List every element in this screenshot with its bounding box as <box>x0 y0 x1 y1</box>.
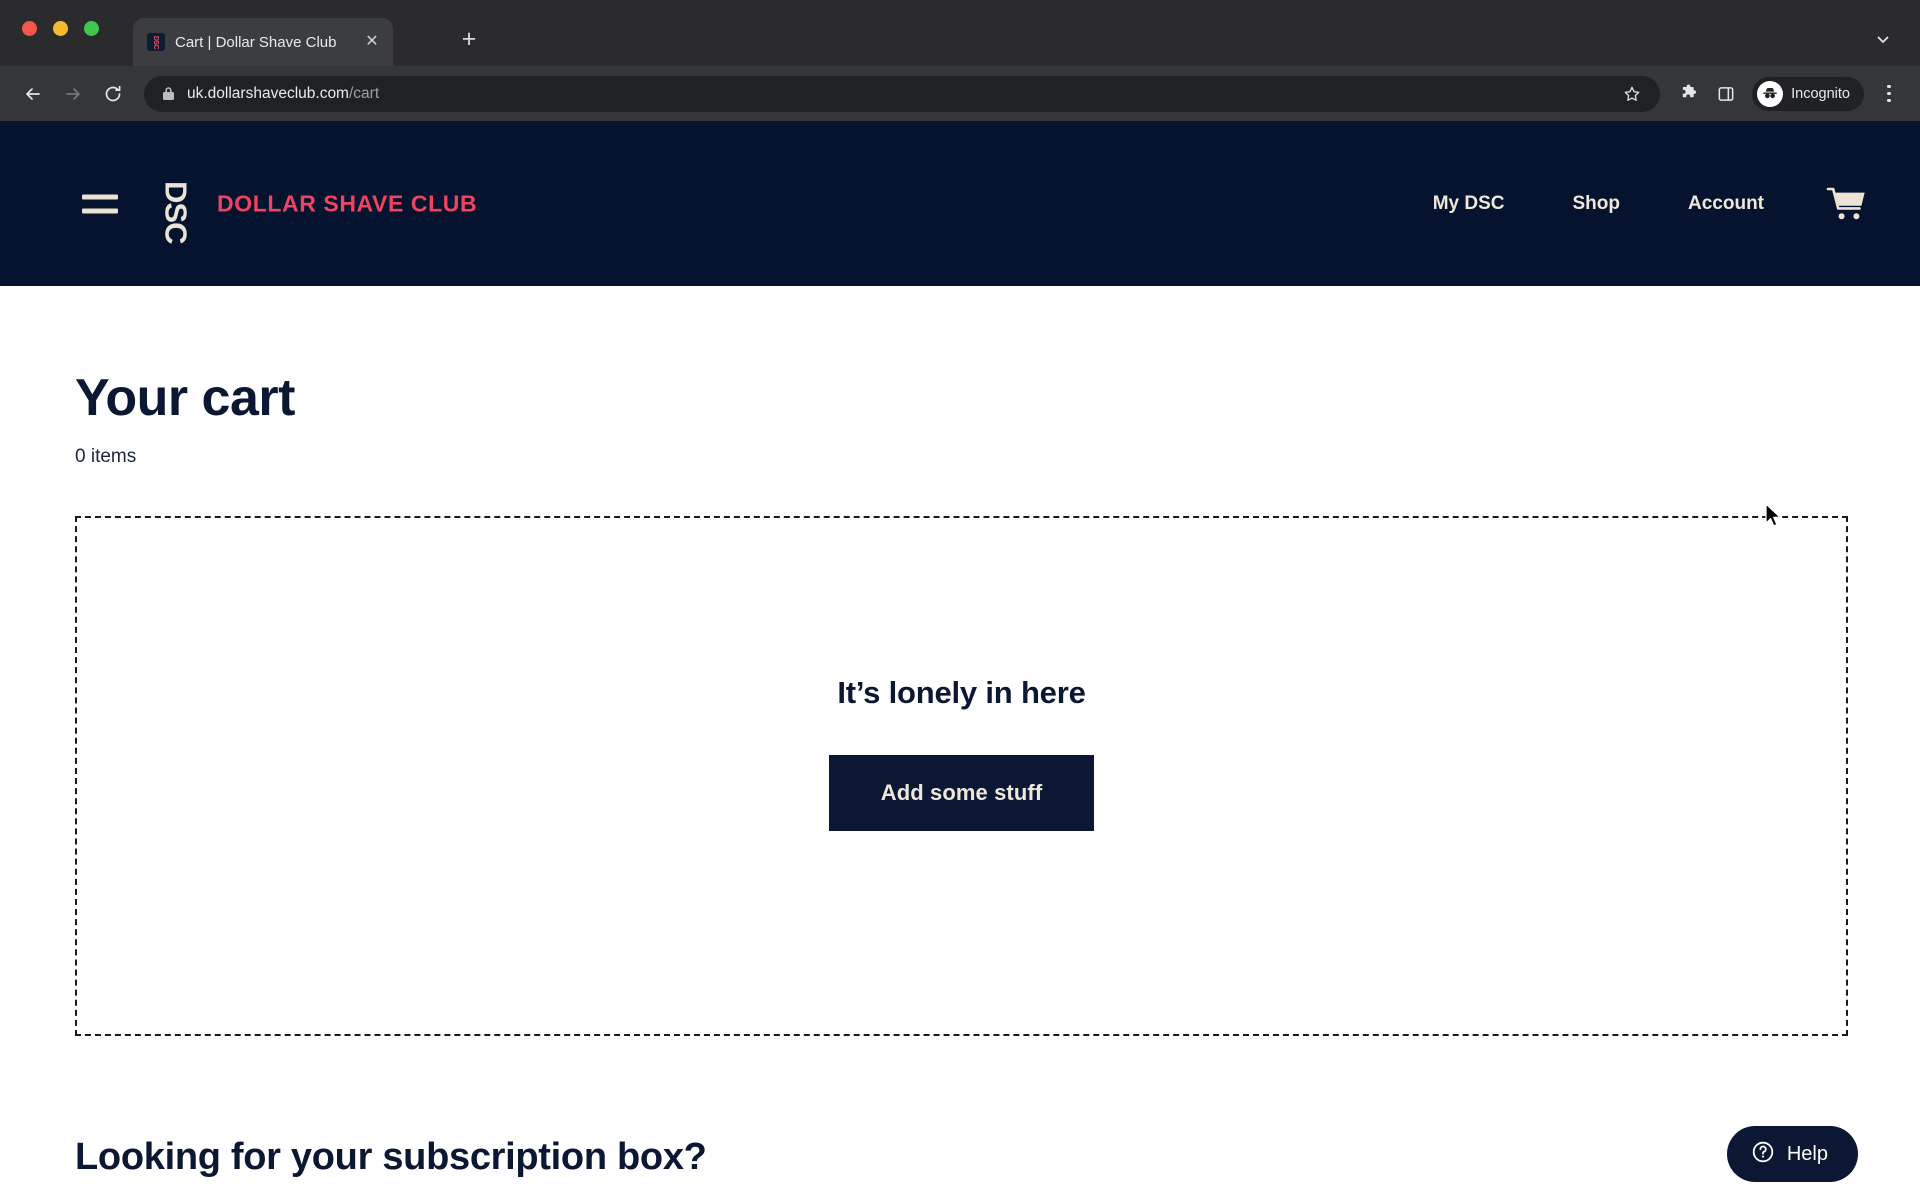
star-icon[interactable] <box>1618 80 1646 108</box>
page-title: Your cart <box>75 369 295 427</box>
help-label: Help <box>1786 1142 1828 1165</box>
site-logo[interactable]: DSC DOLLAR SHAVE CLUB <box>153 181 478 243</box>
browser-toolbar: uk.dollarshaveclub.com/cart Incognito <box>0 66 1920 121</box>
close-window-button[interactable] <box>22 21 37 36</box>
cart-page: Your cart 0 items It’s lonely in here Ad… <box>0 371 1920 1179</box>
minimize-window-button[interactable] <box>53 21 68 36</box>
browser-tab[interactable]: DSC Cart | Dollar Shave Club ✕ <box>133 18 393 66</box>
hamburger-menu-icon[interactable] <box>82 194 118 213</box>
tab-title: Cart | Dollar Shave Club <box>175 33 337 51</box>
browser-window: DSC Cart | Dollar Shave Club ✕ + uk.doll… <box>0 0 1920 1200</box>
incognito-avatar-icon <box>1757 80 1784 107</box>
puzzle-piece-icon[interactable] <box>1670 76 1706 112</box>
cart-item-count: 0 items <box>75 445 137 467</box>
side-panel-icon[interactable] <box>1708 76 1744 112</box>
browser-tab-strip: DSC Cart | Dollar Shave Club ✕ + <box>0 0 1920 66</box>
window-controls <box>22 21 99 36</box>
dsc-monogram-icon: DSC <box>158 180 194 243</box>
page-content: DSC DOLLAR SHAVE CLUB My DSC Shop Accoun… <box>0 121 1920 1200</box>
new-tab-button[interactable]: + <box>452 22 486 56</box>
favicon-mark: DSC <box>152 35 160 49</box>
back-button[interactable] <box>14 75 52 113</box>
url-text: uk.dollarshaveclub.com/cart <box>187 85 1606 103</box>
empty-cart-panel: It’s lonely in here Add some stuff <box>75 515 1848 1036</box>
subscription-section-heading: Looking for your subscription box? <box>75 1135 707 1178</box>
nav-item-my-dsc[interactable]: My DSC <box>1399 193 1539 215</box>
three-dot-menu-icon[interactable] <box>1872 77 1906 111</box>
reload-button[interactable] <box>94 75 132 113</box>
lock-icon <box>162 86 175 101</box>
maximize-window-button[interactable] <box>84 21 99 36</box>
chevron-down-icon[interactable] <box>1868 24 1898 54</box>
profile-label: Incognito <box>1791 85 1850 102</box>
site-navigation: My DSC Shop Account <box>1399 186 1868 222</box>
add-some-stuff-button[interactable]: Add some stuff <box>828 754 1095 831</box>
url-path: /cart <box>348 84 380 102</box>
close-icon[interactable]: ✕ <box>361 31 383 53</box>
brand-wordmark: DOLLAR SHAVE CLUB <box>217 190 478 216</box>
site-header: DSC DOLLAR SHAVE CLUB My DSC Shop Accoun… <box>0 121 1920 286</box>
question-mark-circle-icon <box>1751 1140 1775 1169</box>
url-domain: uk.dollarshaveclub.com <box>187 84 349 102</box>
profile-incognito-button[interactable]: Incognito <box>1752 76 1864 111</box>
forward-button[interactable] <box>54 75 92 113</box>
nav-item-shop[interactable]: Shop <box>1539 193 1655 215</box>
shopping-cart-icon[interactable] <box>1798 186 1868 222</box>
help-button[interactable]: Help <box>1726 1126 1858 1182</box>
dsc-favicon: DSC <box>147 33 165 51</box>
address-bar[interactable]: uk.dollarshaveclub.com/cart <box>144 75 1661 112</box>
nav-item-account[interactable]: Account <box>1654 193 1798 215</box>
empty-cart-message: It’s lonely in here <box>837 674 1086 710</box>
